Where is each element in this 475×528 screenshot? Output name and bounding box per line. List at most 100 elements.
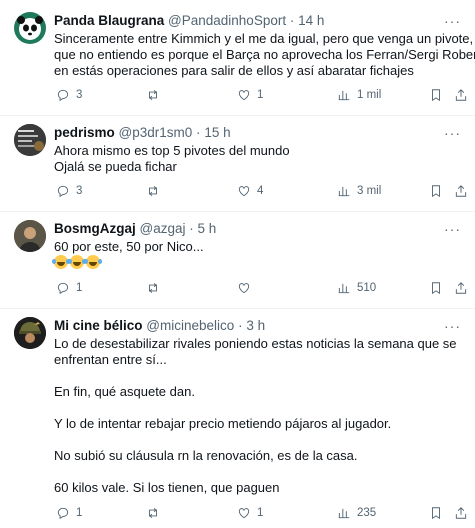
retweet-button[interactable] (146, 86, 166, 104)
display-name[interactable]: Panda Blaugrana (54, 13, 164, 28)
more-options-button[interactable]: ··· (444, 317, 461, 335)
like-icon (238, 186, 250, 197)
views-button[interactable]: 3 mil (337, 182, 381, 200)
reply-button[interactable]: 3 (56, 86, 82, 104)
retweet-icon (149, 508, 157, 518)
reply-icon (57, 185, 69, 198)
retweet-button[interactable] (146, 279, 166, 297)
rofl-emoji-icon (68, 255, 84, 269)
tweet[interactable]: Panda Blaugrana @PandadinhoSport · 14 h … (0, 0, 475, 116)
timestamp[interactable]: 14 h (298, 13, 324, 28)
tweet-actions: 3 1 1 mil (54, 86, 469, 104)
bookmark-button[interactable] (429, 86, 443, 104)
like-button[interactable]: 1 (237, 86, 263, 104)
tweet-header: pedrismo @p3dr1sm0 · 15 h (54, 124, 231, 142)
share-icon (455, 89, 467, 101)
tweet-line: 60 kilos vale. Si los tienen, que paguen (54, 480, 280, 495)
like-button[interactable]: 4 (237, 182, 263, 200)
reply-button[interactable]: 1 (56, 504, 82, 522)
bookmark-button[interactable] (429, 504, 443, 522)
tweet-text: Ahora mismo es top 5 pivotes del mundo O… (54, 143, 464, 175)
like-button[interactable]: 1 (237, 504, 263, 522)
share-icon (455, 185, 467, 197)
like-count: 1 (257, 507, 264, 519)
display-name[interactable]: Mi cine bélico (54, 318, 143, 333)
tweet-actions: 1 1 235 (54, 504, 469, 522)
share-button[interactable] (454, 182, 468, 200)
bookmark-icon (432, 185, 440, 198)
share-icon (455, 282, 467, 294)
avatar[interactable] (14, 12, 46, 44)
reply-icon (57, 507, 69, 520)
bookmark-button[interactable] (429, 182, 443, 200)
views-icon (338, 186, 350, 197)
display-name[interactable]: pedrismo (54, 125, 115, 140)
reply-button[interactable]: 1 (56, 279, 82, 297)
tweet[interactable]: BosmgAzgaj @azgaj · 5 h ··· 60 por este,… (0, 213, 475, 309)
tweet[interactable]: Mi cine bélico @micinebelico · 3 h ··· L… (0, 310, 475, 528)
tweet-header: BosmgAzgaj @azgaj · 5 h (54, 220, 216, 238)
avatar[interactable] (14, 317, 46, 349)
views-button[interactable]: 510 (337, 279, 376, 297)
retweet-button[interactable] (146, 504, 166, 522)
like-icon (238, 283, 250, 294)
views-count: 510 (357, 282, 377, 294)
tweet-header: Panda Blaugrana @PandadinhoSport · 14 h (54, 12, 324, 30)
tweet-line: enfrentan entre sí... (54, 352, 167, 367)
handle[interactable]: @azgaj (140, 221, 186, 236)
bookmark-icon (432, 507, 440, 520)
retweet-icon (149, 186, 157, 196)
tweet-text: Lo de desestabilizar rivales poniendo es… (54, 336, 464, 496)
share-button[interactable] (454, 86, 468, 104)
tweet-actions: 3 4 3 mil (54, 182, 469, 200)
tweet-line: Ojalá se pueda fichar (54, 159, 177, 174)
views-button[interactable]: 1 mil (337, 86, 381, 104)
tweet-header: Mi cine bélico @micinebelico · 3 h (54, 317, 265, 335)
emoji-line (52, 255, 464, 272)
tweet-line: Lo de desestabilizar rivales poniendo es… (54, 336, 457, 351)
views-count: 3 mil (357, 185, 382, 197)
share-button[interactable] (454, 504, 468, 522)
timestamp[interactable]: 15 h (204, 125, 230, 140)
timestamp[interactable]: 5 h (198, 221, 217, 236)
tweet-line: 60 por este, 50 por Nico... (54, 239, 204, 254)
like-count: 1 (257, 89, 264, 101)
display-name[interactable]: BosmgAzgaj (54, 221, 136, 236)
poster-avatar-icon (14, 124, 46, 156)
like-icon (238, 508, 250, 519)
rofl-emoji-icon (84, 255, 100, 269)
retweet-button[interactable] (146, 182, 166, 200)
like-button[interactable] (237, 279, 257, 297)
more-options-button[interactable]: ··· (444, 124, 461, 142)
reply-count: 3 (76, 89, 83, 101)
avatar[interactable] (14, 124, 46, 156)
tweet-line: No subió su cláusula rn la renovación, e… (54, 448, 358, 463)
tweet-line: Y lo de intentar rebajar precio metiendo… (54, 416, 392, 431)
retweet-icon (149, 283, 157, 293)
like-count: 4 (257, 185, 264, 197)
soldier-avatar-icon (14, 317, 46, 349)
handle[interactable]: @micinebelico (146, 318, 234, 333)
tweet[interactable]: pedrismo @p3dr1sm0 · 15 h ··· Ahora mism… (0, 117, 475, 212)
more-options-button[interactable]: ··· (444, 220, 461, 238)
views-icon (338, 90, 350, 101)
tweet-text: Sinceramente entre Kimmich y el me da ig… (54, 31, 475, 79)
handle[interactable]: @p3dr1sm0 (119, 125, 193, 140)
tweet-actions: 1 510 (54, 279, 469, 297)
avatar[interactable] (14, 220, 46, 252)
reply-icon (57, 282, 69, 295)
bookmark-button[interactable] (429, 279, 443, 297)
share-icon (455, 507, 467, 519)
handle[interactable]: @PandadinhoSport (168, 13, 286, 28)
reply-button[interactable]: 3 (56, 182, 82, 200)
more-options-button[interactable]: ··· (444, 12, 461, 30)
timestamp[interactable]: 3 h (246, 318, 265, 333)
views-button[interactable]: 235 (337, 504, 376, 522)
share-button[interactable] (454, 279, 468, 297)
views-icon (338, 283, 350, 294)
separator: · (189, 221, 194, 236)
